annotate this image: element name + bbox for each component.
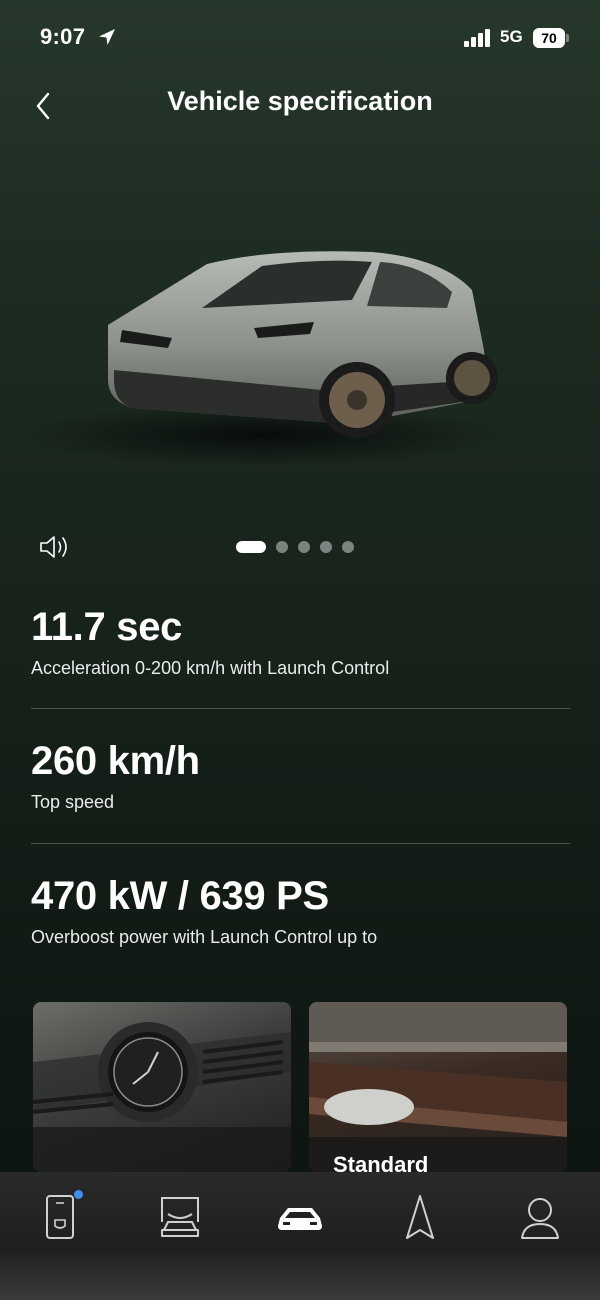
- gallery-pagination[interactable]: [236, 541, 354, 553]
- pagination-dot-1[interactable]: [236, 541, 266, 553]
- interior-image: [309, 1002, 567, 1172]
- spec-value: 470 kW / 639 PS: [31, 874, 329, 918]
- spec-label: Overboost power with Launch Control up t…: [31, 927, 378, 947]
- tab-navigation[interactable]: [390, 1192, 450, 1242]
- battery-indicator: 70: [533, 28, 565, 48]
- tab-key-card[interactable]: [30, 1190, 90, 1242]
- page-title: Vehicle specification: [167, 86, 433, 116]
- key-card-icon: [46, 1195, 74, 1239]
- spec-acceleration: 11.7 sec Acceleration 0-200 km/h with La…: [31, 604, 571, 680]
- spec-power: 470 kW / 639 PS Overboost power with Lau…: [31, 873, 571, 949]
- pagination-dot-4[interactable]: [320, 541, 332, 553]
- pagination-dot-5[interactable]: [342, 541, 354, 553]
- feature-card-standard[interactable]: Standard: [309, 1002, 567, 1172]
- vehicle-lift-icon: [161, 1197, 199, 1237]
- spec-label: Top speed: [31, 792, 115, 812]
- battery-tip: [566, 34, 569, 42]
- divider: [31, 843, 570, 844]
- status-bar: 9:07 5G 70: [0, 0, 600, 76]
- speaker-icon[interactable]: [38, 533, 72, 561]
- clock-image: [33, 1022, 291, 1172]
- feature-card-clock[interactable]: [33, 1002, 291, 1172]
- signal-bars-icon: [464, 29, 492, 47]
- network-type: 5G: [500, 27, 523, 46]
- tab-profile[interactable]: [510, 1192, 570, 1242]
- spec-top-speed: 260 km/h Top speed: [31, 738, 571, 814]
- navigation-icon: [406, 1195, 434, 1239]
- spec-value: 11.7 sec: [31, 605, 183, 649]
- spec-value: 260 km/h: [31, 739, 200, 783]
- tab-bar: [0, 1172, 600, 1300]
- spec-label: Acceleration 0-200 km/h with Launch Cont…: [31, 658, 390, 678]
- car-icon: [278, 1208, 322, 1230]
- vehicle-image[interactable]: [22, 230, 522, 475]
- pagination-dot-2[interactable]: [276, 541, 288, 553]
- pagination-dot-3[interactable]: [298, 541, 310, 553]
- status-time: 9:07: [40, 24, 86, 49]
- location-arrow-icon: [99, 29, 115, 45]
- divider: [31, 708, 570, 709]
- card-caption: Standard: [333, 1152, 429, 1172]
- tab-vehicle-lift[interactable]: [150, 1192, 210, 1242]
- notification-badge: [74, 1190, 83, 1199]
- profile-icon: [521, 1198, 559, 1239]
- tab-vehicle[interactable]: [270, 1192, 330, 1242]
- feature-cards: Standard: [33, 1002, 568, 1172]
